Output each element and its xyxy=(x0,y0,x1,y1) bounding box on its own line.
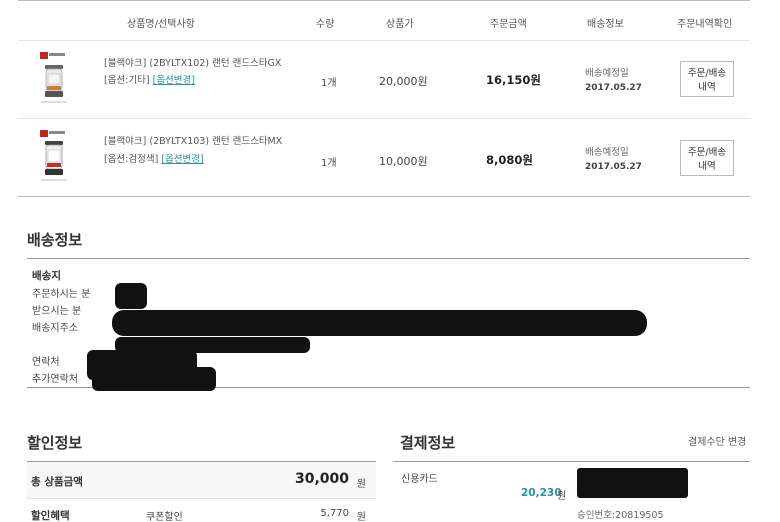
order-table: 상품명/선택사항 수량 상품가 주문금액 배송정보 주문내역확인 [블랙야크] … xyxy=(18,0,750,197)
payment-info-title: 결제정보 xyxy=(400,434,456,452)
destination-label: 배송지 xyxy=(32,270,61,282)
discount-info-section: 총 상품금액 30,000 원 할인혜택 쿠폰할인 5,770 원 xyxy=(27,461,376,522)
redaction-mark xyxy=(577,468,688,498)
recipient-label: 받으시는 분 xyxy=(32,306,82,317)
order-detail-button[interactable]: 주문/배송 내역 xyxy=(680,140,734,176)
product-option: [옵션:기타] [옵션변경] xyxy=(104,72,195,86)
extra-phone-label: 추가연락처 xyxy=(32,374,78,385)
header-qty: 수량 xyxy=(316,19,335,30)
table-row: [블랙야크] (2BYLTX103) 랜턴 랜드스타MX [옵션:검정색] [옵… xyxy=(18,119,750,197)
item-shipping: 배송예정일 2017.05.27 xyxy=(585,67,642,95)
order-detail-button-line2: 내역 xyxy=(698,81,716,93)
header-product: 상품명/선택사항 xyxy=(127,19,195,30)
address-label: 배송지주소 xyxy=(32,323,78,334)
ship-date: 2017.05.27 xyxy=(585,162,642,172)
option-change-link[interactable]: [옵션변경] xyxy=(161,154,203,165)
coupon-unit: 원 xyxy=(356,512,366,522)
item-qty: 1개 xyxy=(321,158,337,169)
product-name[interactable]: [블랙야크] (2BYLTX102) 랜턴 랜드스타GX xyxy=(104,55,281,69)
payment-info-section: 신용카드 20,230 원 승인번호:20819505 xyxy=(393,461,750,522)
ship-date: 2017.05.27 xyxy=(585,83,642,93)
option-change-link[interactable]: [옵션변경] xyxy=(153,75,195,86)
order-table-header: 상품명/선택사항 수량 상품가 주문금액 배송정보 주문내역확인 xyxy=(18,0,750,41)
header-amount: 주문금액 xyxy=(490,19,527,30)
option-label: [옵션:기타] xyxy=(104,75,150,86)
payment-amount: 20,230 xyxy=(521,487,562,499)
order-detail-button-line1: 주문/배송 xyxy=(687,146,727,158)
table-row: [블랙야크] (2BYLTX102) 랜턴 랜드스타GX [옵션:기타] [옵션… xyxy=(18,41,750,119)
coupon-label: 쿠폰할인 xyxy=(146,512,183,522)
item-price: 10,000원 xyxy=(379,155,428,168)
item-price: 20,000원 xyxy=(379,75,428,88)
change-payment-link[interactable]: 결제수단 변경 xyxy=(688,433,746,448)
payment-method: 신용카드 xyxy=(401,474,438,485)
option-label: [옵션:검정색] xyxy=(104,154,159,165)
item-amount: 16,150원 xyxy=(486,73,541,87)
total-value: 30,000 xyxy=(294,471,349,487)
order-detail-button[interactable]: 주문/배송 내역 xyxy=(680,61,734,97)
item-qty: 1개 xyxy=(321,78,337,89)
header-price: 상품가 xyxy=(386,19,414,30)
order-detail-button-line2: 내역 xyxy=(698,160,716,172)
product-option: [옵션:검정색] [옵션변경] xyxy=(104,151,204,165)
discount-total-row: 총 상품금액 30,000 원 xyxy=(27,462,376,499)
header-shipping: 배송정보 xyxy=(587,19,624,30)
redaction-mark xyxy=(115,283,147,309)
total-unit: 원 xyxy=(356,479,366,490)
payment-unit: 원 xyxy=(557,491,567,502)
discount-info-title: 할인정보 xyxy=(27,434,83,452)
item-shipping: 배송예정일 2017.05.27 xyxy=(585,146,642,174)
shipping-info-title: 배송정보 xyxy=(27,231,83,249)
item-amount: 8,080원 xyxy=(486,153,533,167)
header-confirm: 주문내역확인 xyxy=(677,19,733,30)
phone-label: 연락처 xyxy=(32,357,60,368)
total-label: 총 상품금액 xyxy=(31,476,83,488)
orderer-label: 주문하시는 분 xyxy=(32,289,91,300)
product-thumbnail[interactable] xyxy=(38,128,70,184)
coupon-value: 5,770 xyxy=(320,508,349,519)
order-detail-button-line1: 주문/배송 xyxy=(687,67,727,79)
product-thumbnail[interactable] xyxy=(38,50,70,106)
redaction-mark xyxy=(92,367,216,391)
redaction-mark xyxy=(112,310,647,336)
benefit-label: 할인혜택 xyxy=(31,510,70,522)
approval-number: 승인번호:20819505 xyxy=(577,510,664,521)
product-name[interactable]: [블랙야크] (2BYLTX103) 랜턴 랜드스타MX xyxy=(104,133,282,147)
discount-benefit-row: 할인혜택 쿠폰할인 5,770 원 xyxy=(27,499,376,522)
ship-status: 배송예정일 xyxy=(585,68,629,79)
ship-status: 배송예정일 xyxy=(585,147,629,158)
